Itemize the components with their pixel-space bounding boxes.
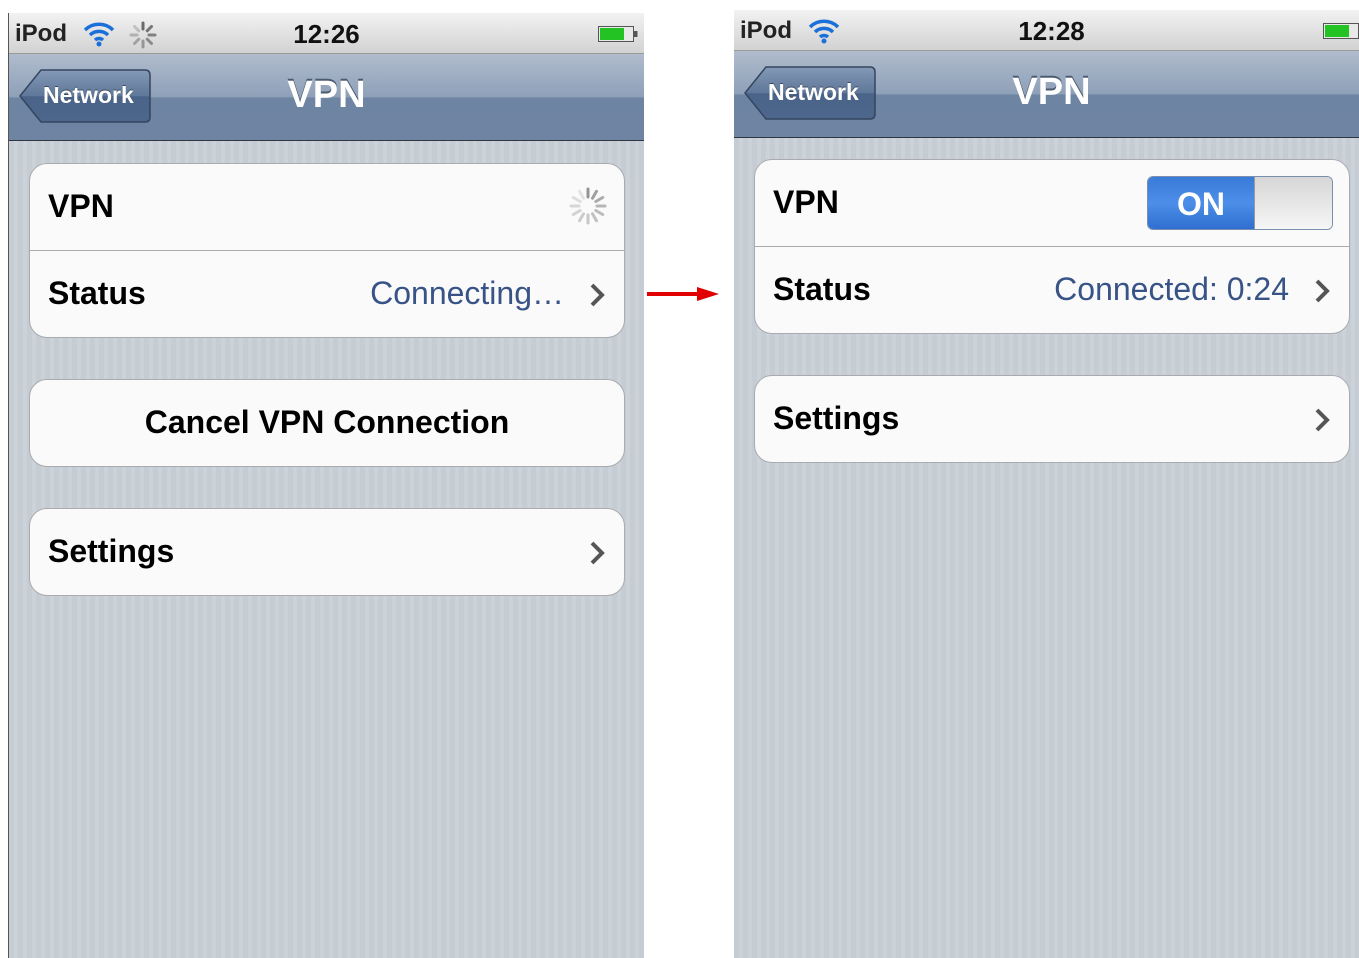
clock: 12:26 <box>293 19 360 49</box>
vpn-row: VPN ON <box>755 160 1349 247</box>
status-row-label: Status <box>48 275 146 311</box>
chevron-right-icon <box>590 283 605 307</box>
settings-row[interactable]: Settings <box>30 509 624 595</box>
navigation-bar: Network VPN <box>734 51 1359 138</box>
status-row-label: Status <box>773 271 871 307</box>
vpn-toggle-switch[interactable]: ON <box>1147 176 1333 230</box>
settings-row-label: Settings <box>48 533 175 569</box>
nav-title: VPN <box>287 74 366 116</box>
chevron-right-icon <box>590 541 605 565</box>
status-bar: iPod 12:26 <box>9 13 644 54</box>
toggle-knob[interactable] <box>1254 177 1332 229</box>
settings-group: Settings <box>29 508 625 596</box>
status-row[interactable]: Status Connected: 0:24 <box>755 247 1349 333</box>
clock: 12:28 <box>1018 16 1085 46</box>
settings-row-label: Settings <box>773 400 900 436</box>
screen-connecting: iPod 12:26 Network VPN VPN Status Connec… <box>8 13 644 958</box>
status-row[interactable]: Status Connecting… <box>30 251 624 337</box>
status-row-value: Connecting… <box>370 275 564 311</box>
chevron-right-icon <box>1315 408 1330 432</box>
toggle-on-label: ON <box>1148 177 1254 229</box>
arrow-right-icon <box>647 287 719 301</box>
nav-title: VPN <box>1012 71 1091 113</box>
vpn-row-label: VPN <box>773 184 839 220</box>
cancel-vpn-row: Cancel VPN Connection <box>30 380 624 466</box>
status-row-value: Connected: 0:24 <box>1054 271 1289 307</box>
battery-icon <box>598 26 638 42</box>
status-bar: iPod 12:28 <box>734 10 1359 51</box>
activity-spinner-icon <box>569 187 607 225</box>
cancel-vpn-button[interactable]: Cancel VPN Connection <box>29 379 625 467</box>
vpn-group: VPN Status Connecting… <box>29 163 625 338</box>
vpn-row-label: VPN <box>48 188 114 224</box>
vpn-group: VPN ON Status Connected: 0:24 <box>754 159 1350 334</box>
chevron-right-icon <box>1315 279 1330 303</box>
battery-icon <box>1323 23 1359 39</box>
settings-row[interactable]: Settings <box>755 376 1349 462</box>
cancel-vpn-label: Cancel VPN Connection <box>144 404 510 440</box>
settings-group: Settings <box>754 375 1350 463</box>
navigation-bar: Network VPN <box>9 54 644 141</box>
screen-connected: iPod 12:28 Network VPN VPN ON Status Con… <box>734 10 1359 958</box>
vpn-row: VPN <box>30 164 624 251</box>
